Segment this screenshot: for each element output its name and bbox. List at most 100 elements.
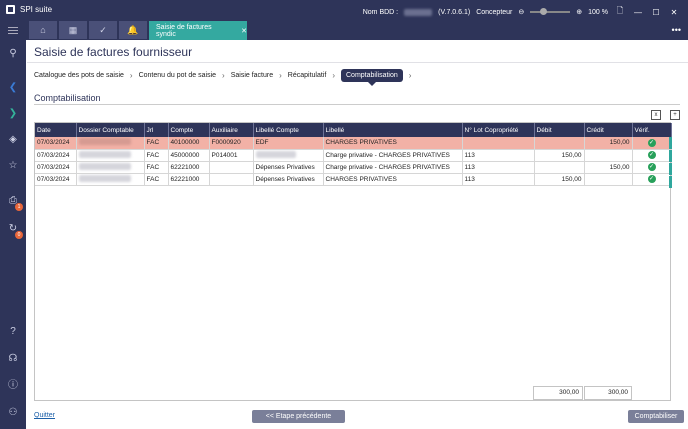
col-date[interactable]: Date — [35, 123, 77, 137]
help-icon[interactable]: ? — [7, 326, 19, 338]
close-button[interactable]: ✕ — [668, 8, 680, 17]
divider — [34, 104, 680, 105]
calendar-button[interactable]: ▦ — [59, 21, 87, 39]
table-row[interactable]: 07/03/2024 FAC 40100000 F0000920 EDF CHA… — [35, 137, 672, 150]
cell-lot: 113 — [462, 161, 535, 174]
zoom-level: 100 % — [588, 8, 608, 16]
db-label: Nom BDD : — [362, 8, 399, 16]
col-dossier[interactable]: Dossier Comptable — [76, 123, 145, 137]
redacted-value — [78, 150, 131, 158]
cell-aux: P014001 — [209, 149, 254, 162]
minimize-button[interactable]: — — [632, 8, 644, 17]
document-icon[interactable]: 🗋 — [614, 5, 626, 19]
home-button[interactable]: ⌂ — [29, 21, 57, 39]
tab-close-icon[interactable]: ✕ — [241, 27, 247, 35]
row-marker — [669, 137, 672, 149]
printer-badge: 1 — [15, 203, 23, 211]
search-icon[interactable]: ⚲ — [7, 48, 19, 60]
cell-jrl: FAC — [144, 149, 169, 162]
cell-lot — [462, 137, 535, 150]
table-row[interactable]: 07/03/2024 FAC 45000000 P014001 Charge p… — [35, 149, 672, 162]
breadcrumb: Catalogue des pots de saisie › Contenu d… — [34, 68, 412, 86]
cell-verif: ✓ — [632, 137, 672, 150]
more-options-icon[interactable]: ••• — [672, 25, 681, 35]
maximize-button[interactable]: ☐ — [650, 8, 662, 17]
accounting-table: Date Dossier Comptable Jrl Compte Auxili… — [35, 123, 672, 186]
crumb-comptabilisation[interactable]: Comptabilisation — [341, 68, 403, 86]
cell-lib-compte: EDF — [253, 137, 324, 150]
cell-debit: 150,00 — [534, 173, 585, 186]
zoom-slider[interactable] — [530, 8, 571, 15]
user-icon[interactable]: ⚇ — [7, 407, 19, 419]
crumb-recap[interactable]: Récapitulatif — [288, 72, 327, 79]
row-marker — [669, 150, 672, 162]
cell-lib-compte: Dépenses Privatives — [253, 173, 324, 186]
cell-compte: 62221000 — [168, 161, 210, 174]
col-jrl[interactable]: Jrl — [144, 123, 169, 137]
nav-left-icon[interactable]: ❮ — [7, 82, 19, 94]
title-bar: SPI suite Nom BDD : (V.7.0.6.1) Concepte… — [0, 0, 688, 20]
cell-aux: F0000920 — [209, 137, 254, 150]
col-verif[interactable]: Vérif. — [632, 123, 672, 137]
crumb-catalogue[interactable]: Catalogue des pots de saisie — [34, 72, 124, 79]
chevron-right-icon: › — [332, 70, 335, 80]
zoom-out-icon[interactable]: ⊖ — [518, 8, 524, 16]
check-ok-icon: ✓ — [647, 151, 656, 159]
col-libelle[interactable]: Libellé — [323, 123, 463, 137]
check-icon: ✓ — [99, 24, 107, 35]
row-marker — [669, 176, 672, 188]
refresh-badge: 0 — [15, 231, 23, 239]
cell-compte: 62221000 — [168, 173, 210, 186]
chevron-right-icon: › — [279, 70, 282, 80]
col-compte[interactable]: Compte — [168, 123, 210, 137]
col-debit[interactable]: Débit — [534, 123, 585, 137]
export-excel-icon[interactable]: x — [651, 110, 661, 120]
cell-credit: 150,00 — [584, 161, 633, 174]
crumb-saisie[interactable]: Saisie facture — [231, 72, 273, 79]
page-title: Saisie de factures fournisseur — [34, 45, 193, 59]
previous-step-button[interactable]: << Etape précédente — [252, 410, 345, 423]
crumb-contenu[interactable]: Contenu du pot de saisie — [139, 72, 216, 79]
redacted-value — [78, 138, 131, 146]
col-auxiliaire[interactable]: Auxiliaire — [209, 123, 254, 137]
diamond-icon[interactable]: ◈ — [7, 134, 19, 146]
comptabiliser-button[interactable]: Comptabiliser — [628, 410, 684, 423]
table-row[interactable]: 07/03/2024 FAC 62221000 Dépenses Privati… — [35, 161, 672, 174]
col-credit[interactable]: Crédit — [584, 123, 633, 137]
cell-lot: 113 — [462, 173, 535, 186]
cell-jrl: FAC — [144, 161, 169, 174]
zoom-in-icon[interactable]: ⊕ — [576, 8, 582, 16]
star-icon[interactable]: ☆ — [7, 160, 19, 172]
title-bar-status: Nom BDD : (V.7.0.6.1) Concepteur ⊖ ⊕ 100… — [363, 5, 680, 19]
cell-dossier — [76, 149, 145, 162]
tab-saisie-factures[interactable]: Saisie de factures syndic ✕ — [149, 21, 247, 40]
cell-date: 07/03/2024 — [35, 137, 77, 150]
notifications-button[interactable]: 🔔 — [119, 21, 147, 39]
cell-date: 07/03/2024 — [35, 173, 77, 186]
add-icon[interactable]: + — [670, 110, 680, 120]
chevron-right-icon: › — [408, 70, 412, 80]
info-icon[interactable]: ⓘ — [7, 380, 19, 392]
headset-icon[interactable]: ☊ — [7, 353, 19, 365]
divider — [27, 62, 688, 63]
col-lot[interactable]: N° Lot Copropriété — [462, 123, 535, 137]
calendar-icon: ▦ — [68, 24, 78, 35]
home-icon: ⌂ — [40, 25, 46, 35]
hamburger-menu-icon[interactable] — [8, 27, 18, 34]
cell-jrl: FAC — [144, 137, 169, 150]
cell-date: 07/03/2024 — [35, 149, 77, 162]
cell-debit: 150,00 — [534, 149, 585, 162]
tasks-button[interactable]: ✓ — [89, 21, 117, 39]
quit-link[interactable]: Quitter — [34, 412, 55, 419]
table-row[interactable]: 07/03/2024 FAC 62221000 Dépenses Privati… — [35, 173, 672, 186]
nav-right-icon[interactable]: ❯ — [7, 108, 19, 120]
col-libelle-compte[interactable]: Libellé Compte — [253, 123, 324, 137]
cell-compte: 40100000 — [168, 137, 210, 150]
check-ok-icon: ✓ — [647, 138, 656, 147]
bell-icon: 🔔 — [127, 24, 139, 35]
cell-credit — [584, 173, 633, 186]
role-label: Concepteur — [476, 8, 513, 16]
chevron-right-icon: › — [129, 70, 133, 80]
cell-dossier — [76, 173, 145, 186]
accounting-grid: Date Dossier Comptable Jrl Compte Auxili… — [34, 122, 672, 401]
